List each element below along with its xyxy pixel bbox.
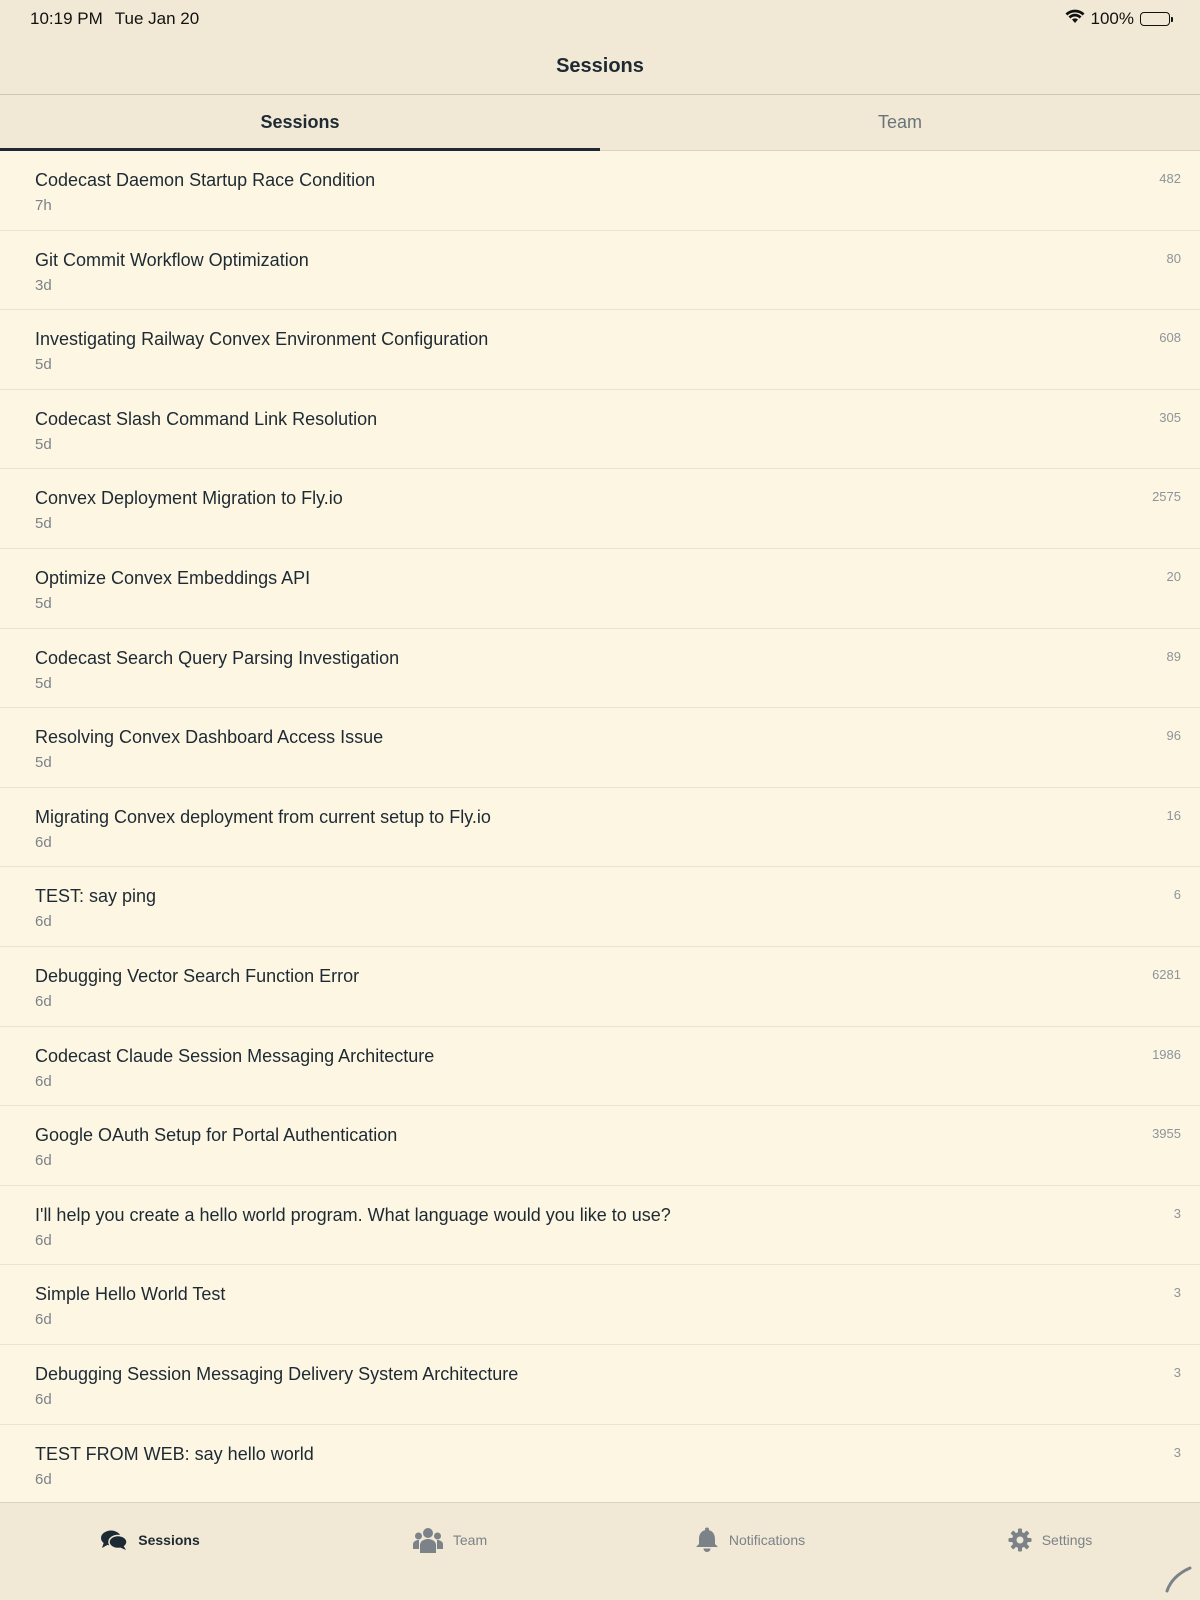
session-message-count: 80 [1166, 250, 1181, 266]
session-row[interactable]: TEST FROM WEB: say hello world 6d 3 [0, 1425, 1200, 1503]
session-row[interactable]: Codecast Search Query Parsing Investigat… [0, 629, 1200, 709]
status-left: 10:19 PM Tue Jan 20 [30, 9, 199, 29]
home-indicator-icon [1165, 1566, 1192, 1593]
session-title: Migrating Convex deployment from current… [35, 806, 491, 827]
segment-tabs: Sessions Team [0, 95, 1200, 151]
status-right: 100% [1065, 9, 1173, 29]
session-age: 3d [35, 276, 52, 294]
session-age: 6d [35, 913, 52, 931]
session-message-count: 305 [1159, 409, 1181, 425]
bottom-tab-bar: Sessions Team Notifications Settings [0, 1502, 1200, 1600]
session-row[interactable]: Optimize Convex Embeddings API 5d 20 [0, 549, 1200, 629]
session-title: Convex Deployment Migration to Fly.io [35, 488, 343, 509]
session-title: Codecast Search Query Parsing Investigat… [35, 647, 400, 668]
battery-percent: 100% [1090, 9, 1134, 28]
session-title: Codecast Claude Session Messaging Archit… [35, 1045, 435, 1066]
session-message-count: 6281 [1152, 966, 1181, 982]
session-age: 5d [35, 435, 52, 453]
session-message-count: 3955 [1152, 1126, 1181, 1142]
session-title: TEST: say ping [35, 886, 157, 907]
session-message-count: 2575 [1152, 489, 1181, 505]
session-row[interactable]: Codecast Slash Command Link Resolution 5… [0, 390, 1200, 470]
session-title: Git Commit Workflow Optimization [35, 249, 309, 270]
page-title: Sessions [556, 54, 644, 77]
session-message-count: 1986 [1152, 1046, 1181, 1062]
session-message-count: 6 [1173, 887, 1181, 903]
bottom-tab-label: Team [452, 1532, 488, 1548]
battery-icon [1140, 12, 1173, 26]
session-row[interactable]: Debugging Session Messaging Delivery Sys… [0, 1345, 1200, 1425]
session-age: 5d [35, 356, 52, 374]
session-age: 5d [35, 754, 52, 772]
session-age: 6d [35, 1390, 52, 1408]
session-message-count: 482 [1159, 171, 1181, 186]
session-age: 6d [35, 1231, 52, 1249]
session-message-count: 89 [1166, 648, 1181, 664]
bottom-tab-label: Notifications [728, 1532, 806, 1548]
session-age: 5d [35, 594, 52, 612]
chat-bubbles-icon [100, 1529, 128, 1551]
bottom-tab-sessions[interactable]: Sessions [0, 1503, 300, 1577]
session-title: Codecast Daemon Startup Race Condition [35, 170, 376, 190]
session-age: 6d [35, 1311, 52, 1329]
session-age: 6d [35, 833, 52, 851]
tab-sessions[interactable]: Sessions [0, 95, 600, 151]
session-age: 6d [35, 1152, 52, 1170]
session-row[interactable]: I'll help you create a hello world progr… [0, 1186, 1200, 1266]
status-time: 10:19 PM [30, 9, 103, 28]
session-message-count: 3 [1173, 1285, 1181, 1301]
session-row[interactable]: Google OAuth Setup for Portal Authentica… [0, 1106, 1200, 1186]
session-message-count: 608 [1159, 330, 1181, 346]
status-date: Tue Jan 20 [114, 9, 200, 28]
session-age: 5d [35, 515, 52, 533]
session-title: Debugging Vector Search Function Error [35, 965, 360, 986]
session-title: Resolving Convex Dashboard Access Issue [35, 727, 384, 748]
session-list[interactable]: Codecast Daemon Startup Race Condition 7… [0, 151, 1200, 1502]
session-row[interactable]: Codecast Daemon Startup Race Condition 7… [0, 151, 1200, 231]
session-message-count: 20 [1166, 568, 1181, 584]
session-row[interactable]: Resolving Convex Dashboard Access Issue … [0, 708, 1200, 788]
session-message-count: 3 [1173, 1444, 1181, 1460]
session-age: 6d [35, 1072, 52, 1090]
session-title: I'll help you create a hello world progr… [35, 1204, 671, 1225]
session-message-count: 96 [1166, 728, 1181, 744]
session-title: Google OAuth Setup for Portal Authentica… [35, 1125, 398, 1146]
nav-bar: Sessions [0, 38, 1200, 95]
bottom-tab-settings[interactable]: Settings [900, 1503, 1200, 1577]
session-age: 6d [35, 992, 52, 1010]
session-title: Investigating Railway Convex Environment… [35, 329, 489, 350]
tab-team[interactable]: Team [600, 95, 1200, 150]
bottom-tab-label: Settings [1041, 1532, 1093, 1548]
session-age: 5d [35, 674, 52, 692]
session-row[interactable]: Simple Hello World Test 6d 3 [0, 1265, 1200, 1345]
bottom-tab-team[interactable]: Team [300, 1503, 600, 1577]
session-row[interactable]: Investigating Railway Convex Environment… [0, 310, 1200, 390]
session-row[interactable]: Debugging Vector Search Function Error 6… [0, 947, 1200, 1027]
session-message-count: 3 [1173, 1364, 1181, 1380]
session-row[interactable]: Migrating Convex deployment from current… [0, 788, 1200, 868]
session-row[interactable]: TEST: say ping 6d 6 [0, 867, 1200, 947]
session-age: 6d [35, 1470, 52, 1488]
bottom-tab-notifications[interactable]: Notifications [600, 1503, 900, 1577]
gear-icon [1008, 1528, 1032, 1552]
session-row[interactable]: Convex Deployment Migration to Fly.io 5d… [0, 469, 1200, 549]
session-title: TEST FROM WEB: say hello world [35, 1443, 314, 1464]
session-row[interactable]: Git Commit Workflow Optimization 3d 80 [0, 231, 1200, 311]
bottom-tab-label: Sessions [138, 1532, 200, 1548]
status-bar: 10:19 PM Tue Jan 20 100% [0, 0, 1200, 38]
session-age: 7h [35, 197, 52, 214]
wifi-icon [1065, 9, 1085, 29]
session-title: Codecast Slash Command Link Resolution [35, 408, 378, 429]
session-title: Simple Hello World Test [35, 1284, 226, 1305]
bell-icon [695, 1527, 719, 1553]
people-icon [412, 1527, 443, 1553]
session-message-count: 3 [1173, 1205, 1181, 1221]
session-title: Optimize Convex Embeddings API [35, 567, 311, 588]
session-message-count: 16 [1166, 807, 1181, 823]
session-row[interactable]: Codecast Claude Session Messaging Archit… [0, 1027, 1200, 1107]
session-title: Debugging Session Messaging Delivery Sys… [35, 1363, 519, 1384]
